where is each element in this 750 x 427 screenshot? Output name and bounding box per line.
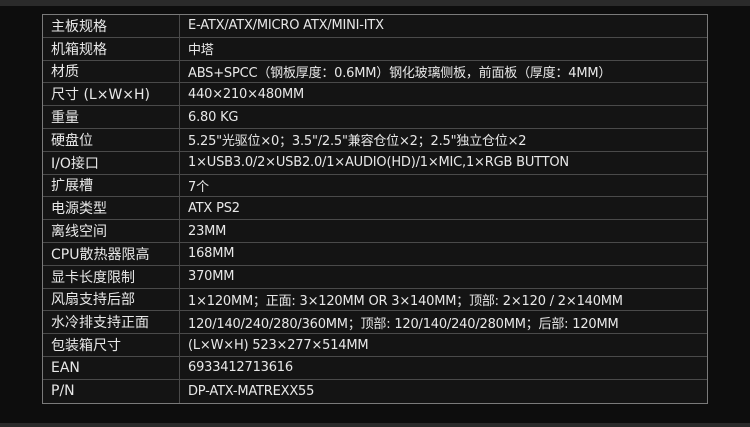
spec-value: 1×USB3.0/2×USB2.0/1×AUDIO(HD)/1×MIC,1×RG…	[188, 155, 569, 171]
bottom-stripe	[0, 423, 750, 427]
spec-row-material: 材质 ABS+SPCC（钢板厚度：0.6MM）钢化玻璃侧板，前面板（厚度：4MM…	[43, 60, 707, 84]
spec-row-motherboard: 主板规格 E-ATX/ATX/MICRO ATX/MINI-ITX	[43, 15, 707, 38]
spec-table: 主板规格 E-ATX/ATX/MICRO ATX/MINI-ITX 机箱规格 中…	[42, 14, 708, 404]
spec-row-package-size: 包装箱尺寸 (L×W×H) 523×277×514MM	[43, 334, 707, 357]
spec-value: DP-ATX-MATREXX55	[188, 383, 315, 399]
spec-label: 扩展槽	[43, 174, 180, 197]
spec-label: 尺寸 (L×W×H)	[43, 83, 180, 106]
spec-label: 离线空间	[43, 220, 180, 242]
spec-value: (L×W×H) 523×277×514MM	[188, 337, 369, 353]
spec-row-io-ports: I/O接口 1×USB3.0/2×USB2.0/1×AUDIO(HD)/1×MI…	[43, 151, 707, 175]
spec-row-dimensions: 尺寸 (L×W×H) 440×210×480MM	[43, 83, 707, 107]
spec-label: CPU散热器限高	[43, 242, 180, 265]
spec-value: 168MM	[188, 246, 235, 262]
spec-label: I/O接口	[43, 151, 180, 174]
spec-label: 显卡长度限制	[43, 265, 180, 288]
spec-value: 7个	[188, 179, 209, 195]
spec-row-fan-support: 风扇支持后部 1×120MM；正面: 3×120MM OR 3×140MM；顶部…	[43, 288, 707, 312]
spec-row-gpu-length: 显卡长度限制 370MM	[43, 265, 707, 289]
spec-label: P/N	[43, 379, 180, 403]
spec-label: 电源类型	[43, 197, 180, 220]
spec-row-radiator-support: 水冷排支持正面 120/140/240/280/360MM；顶部: 120/14…	[43, 311, 707, 335]
spec-value: 120/140/240/280/360MM；顶部: 120/140/240/28…	[188, 316, 619, 332]
spec-value: 6933412713616	[188, 360, 293, 376]
spec-row-ean: EAN 6933412713616	[43, 356, 707, 380]
spec-label: 机箱规格	[43, 37, 180, 60]
spec-value: 5.25"光驱位×0；3.5"/2.5"兼容仓位×2；2.5"独立仓位×2	[188, 134, 527, 150]
spec-label: 材质	[43, 60, 180, 83]
spec-row-part-number: P/N DP-ATX-MATREXX55	[43, 379, 707, 403]
spec-value: 440×210×480MM	[188, 86, 305, 102]
spec-label: 包装箱尺寸	[43, 334, 180, 356]
spec-value: ABS+SPCC（钢板厚度：0.6MM）钢化玻璃侧板，前面板（厚度：4MM）	[188, 65, 612, 81]
spec-label: EAN	[43, 356, 180, 379]
spec-value: ATX PS2	[188, 200, 240, 216]
spec-value: 23MM	[188, 223, 227, 239]
spec-value: 中塔	[188, 43, 214, 59]
spec-label: 重量	[43, 106, 180, 128]
spec-label: 水冷排支持正面	[43, 311, 180, 334]
spec-value: E-ATX/ATX/MICRO ATX/MINI-ITX	[188, 18, 384, 34]
spec-row-drive-bays: 硬盘位 5.25"光驱位×0；3.5"/2.5"兼容仓位×2；2.5"独立仓位×…	[43, 128, 707, 152]
spec-row-case-type: 机箱规格 中塔	[43, 37, 707, 61]
spec-row-weight: 重量 6.80 KG	[43, 106, 707, 129]
spec-row-psu-type: 电源类型 ATX PS2	[43, 197, 707, 221]
spec-value: 1×120MM；正面: 3×120MM OR 3×140MM；顶部: 2×120…	[188, 293, 623, 309]
spec-label: 硬盘位	[43, 128, 180, 151]
spec-value: 370MM	[188, 269, 235, 285]
top-stripe	[0, 0, 750, 6]
spec-label: 主板规格	[43, 15, 180, 37]
spec-row-expansion-slots: 扩展槽 7个	[43, 174, 707, 198]
spec-label: 风扇支持后部	[43, 288, 180, 311]
spec-value: 6.80 KG	[188, 109, 239, 125]
spec-row-cpu-cooler-height: CPU散热器限高 168MM	[43, 242, 707, 266]
spec-row-cable-space: 离线空间 23MM	[43, 220, 707, 243]
